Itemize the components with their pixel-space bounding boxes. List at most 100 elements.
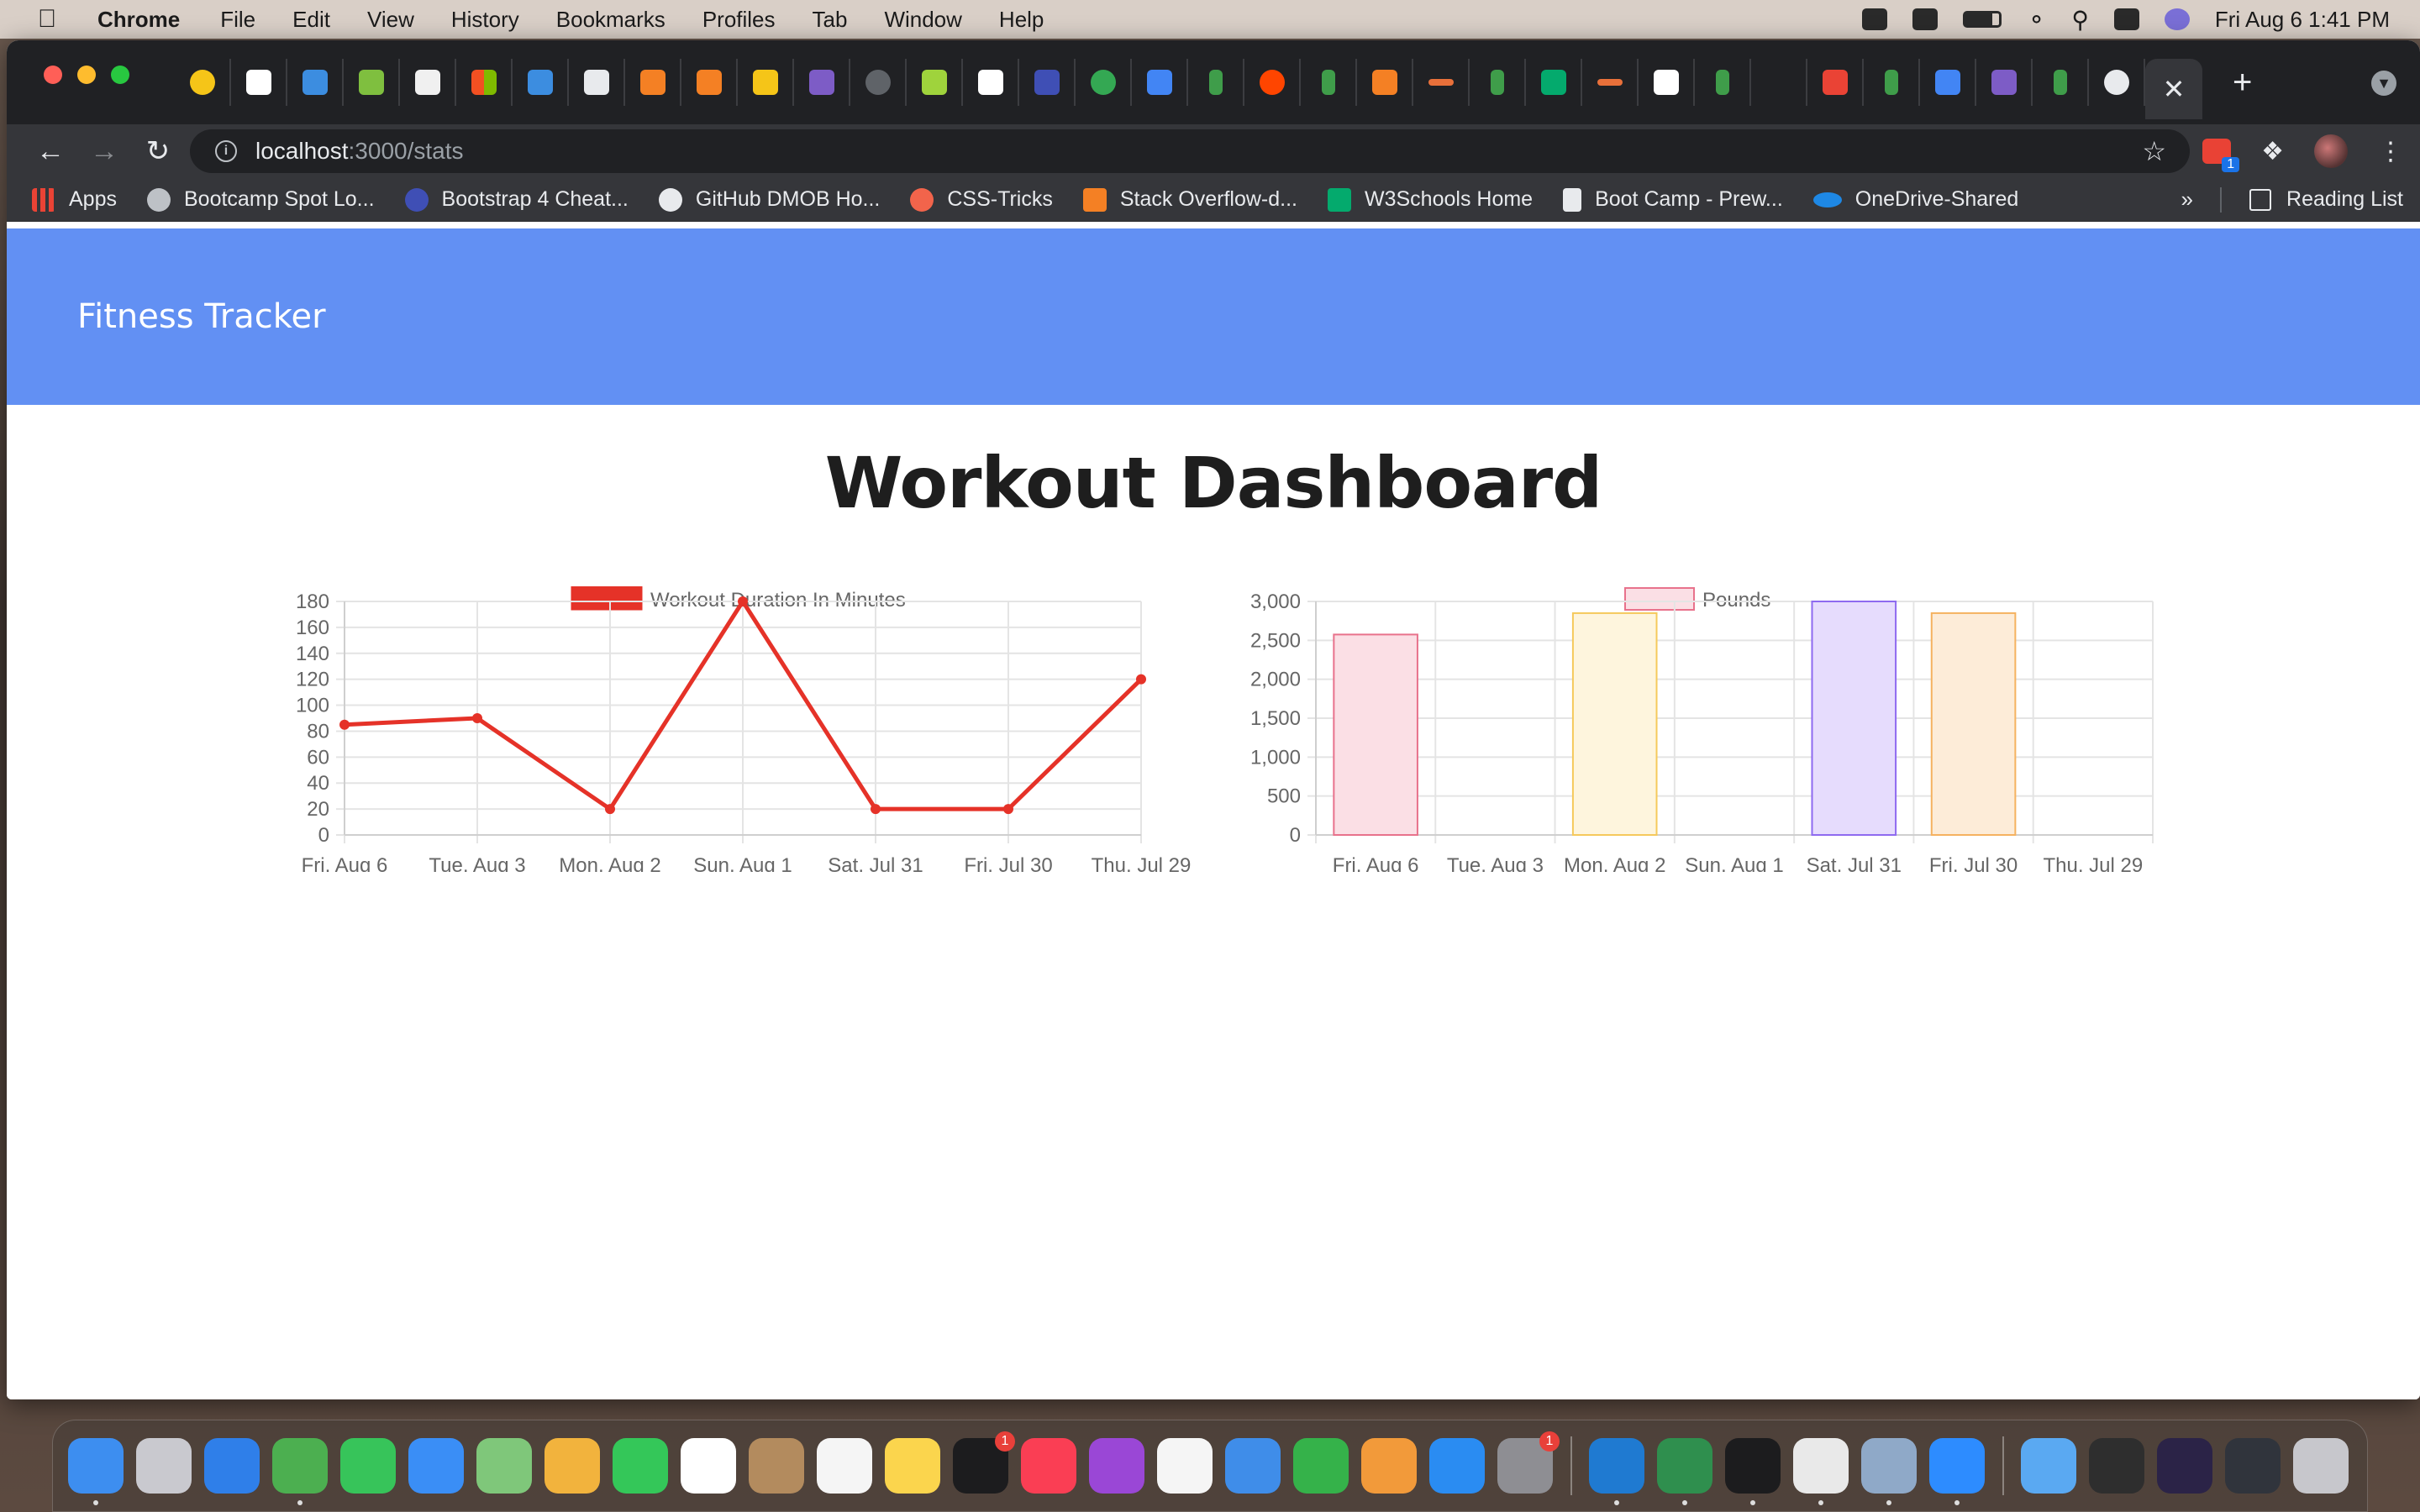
dock-photos-icon[interactable] [544, 1438, 600, 1494]
dock-screenshot-2-icon[interactable] [2157, 1438, 2212, 1494]
tab[interactable] [1470, 59, 1526, 106]
tab[interactable] [513, 59, 569, 106]
dock-system-preferences-icon[interactable]: 1 [1497, 1431, 1560, 1494]
bookmark-css-tricks[interactable]: CSS-Tricks [910, 187, 1053, 212]
tab[interactable] [400, 59, 456, 106]
menu-file[interactable]: File [220, 7, 255, 33]
url-text[interactable]: localhost:3000/stats [255, 138, 464, 165]
tab[interactable] [1582, 59, 1639, 106]
menu-window[interactable]: Window [884, 7, 961, 33]
fullscreen-window-button[interactable] [111, 66, 129, 84]
dock-mongodb-compass-icon[interactable] [1657, 1438, 1712, 1505]
apple-menu-icon[interactable]:  [22, 5, 72, 34]
extensions-puzzle-icon[interactable]: ❖ [2261, 137, 2284, 166]
bookmark-bootstrap-cheatsheet[interactable]: Bootstrap 4 Cheat... [404, 187, 629, 212]
control-center-icon[interactable] [2113, 8, 2139, 30]
tab[interactable] [1413, 59, 1470, 106]
tab[interactable] [1132, 59, 1188, 106]
brand-link[interactable]: Fitness Tracker [77, 297, 326, 336]
bookmark-w3schools[interactable]: W3Schools Home [1328, 187, 1533, 212]
bookmark-bootcamp-spot[interactable]: Bootcamp Spot Lo... [146, 187, 375, 212]
dock-news-icon[interactable] [1157, 1438, 1213, 1494]
tab[interactable] [456, 59, 513, 106]
menu-tab[interactable]: Tab [813, 7, 848, 33]
bookmark-apps[interactable]: Apps [32, 187, 117, 212]
tab[interactable] [1357, 59, 1413, 106]
tab[interactable] [287, 59, 344, 106]
tab[interactable] [681, 59, 738, 106]
tab[interactable] [738, 59, 794, 106]
dock-trash-icon[interactable] [2293, 1438, 2349, 1494]
bookmark-star-icon[interactable]: ☆ [2142, 135, 2166, 167]
dock-messages-icon[interactable] [340, 1438, 396, 1494]
address-bar[interactable]: i localhost:3000/stats ☆ [190, 129, 2190, 173]
tab[interactable] [963, 59, 1019, 106]
chrome-menu-icon[interactable]: ⋮ [2378, 137, 2403, 166]
dock-numbers-icon[interactable] [1293, 1438, 1349, 1494]
dock-launchpad-icon[interactable] [136, 1438, 192, 1494]
dock-contacts-icon[interactable] [749, 1438, 804, 1494]
tab[interactable] [1301, 59, 1357, 106]
tab[interactable] [1076, 59, 1132, 106]
dock-reminders-icon[interactable] [817, 1438, 872, 1494]
tab[interactable] [1976, 59, 2033, 106]
dock-notes-icon[interactable] [885, 1438, 940, 1494]
tab[interactable] [1751, 59, 1807, 106]
tab[interactable] [1920, 59, 1976, 106]
tab[interactable] [175, 59, 231, 106]
bookmarks-overflow-chevron-icon[interactable]: » [2181, 186, 2193, 213]
dock-screenshot-1-icon[interactable] [2089, 1438, 2144, 1494]
dock-zoom-icon[interactable] [1929, 1438, 1985, 1505]
menu-app-name[interactable]: Chrome [97, 7, 180, 33]
tab[interactable] [625, 59, 681, 106]
extension-icon[interactable]: 1 [2202, 139, 2240, 172]
tab[interactable] [794, 59, 850, 106]
tab-search-icon[interactable]: ▼ [2371, 71, 2396, 96]
dock-finder-icon[interactable] [68, 1438, 124, 1505]
dock-safari-icon[interactable] [204, 1438, 260, 1494]
tab[interactable] [2033, 59, 2089, 106]
dock-apple-tv-icon[interactable]: 1 [953, 1431, 1015, 1494]
dock-keynote-icon[interactable] [1225, 1438, 1281, 1494]
menu-help[interactable]: Help [999, 7, 1044, 33]
menu-bookmarks[interactable]: Bookmarks [556, 7, 666, 33]
dock-maps-icon[interactable] [476, 1438, 532, 1494]
dock-pages-icon[interactable] [1361, 1438, 1417, 1494]
tab[interactable] [569, 59, 625, 106]
minimize-window-button[interactable] [77, 66, 96, 84]
dock-facetime-icon[interactable] [613, 1438, 668, 1494]
close-window-button[interactable] [44, 66, 62, 84]
dock-screenshot-3-icon[interactable] [2225, 1438, 2281, 1494]
bookmark-github[interactable]: GitHub DMOB Ho... [658, 187, 880, 212]
dock-app-store-icon[interactable] [1429, 1438, 1485, 1494]
reading-list-button[interactable]: Reading List [2249, 187, 2403, 212]
active-tab-close-icon[interactable]: ✕ [2145, 59, 2202, 119]
profile-avatar[interactable] [2314, 134, 2348, 168]
dock-vscode-icon[interactable] [1589, 1438, 1644, 1505]
dock-calendar-icon[interactable] [681, 1438, 736, 1494]
bookmark-onedrive[interactable]: OneDrive-Shared [1812, 187, 2018, 212]
screen-share-icon[interactable] [1912, 8, 1938, 30]
tab[interactable] [850, 59, 907, 106]
tab[interactable] [1526, 59, 1582, 106]
tab[interactable] [1864, 59, 1920, 106]
menu-profiles[interactable]: Profiles [702, 7, 776, 33]
tab[interactable] [231, 59, 287, 106]
tab[interactable] [1807, 59, 1864, 106]
tab[interactable] [344, 59, 400, 106]
battery-icon[interactable] [1962, 11, 2002, 28]
tab[interactable] [1639, 59, 1695, 106]
dock-mail-icon[interactable] [408, 1438, 464, 1494]
siri-icon[interactable] [2164, 8, 2190, 30]
tab[interactable] [2089, 59, 2145, 106]
forward-arrow-icon[interactable]: → [77, 135, 131, 168]
menu-bar-clock[interactable]: Fri Aug 6 1:41 PM [2215, 7, 2390, 33]
bookmark-boot-camp-prework[interactable]: Boot Camp - Prew... [1563, 187, 1783, 212]
tab[interactable] [907, 59, 963, 106]
menu-history[interactable]: History [451, 7, 519, 33]
zoom-status-icon[interactable] [1861, 8, 1887, 30]
wifi-icon[interactable]: ⚬ [2027, 6, 2046, 34]
dock-chrome-icon[interactable] [272, 1438, 328, 1505]
site-info-icon[interactable]: i [215, 140, 237, 162]
dock-preview-icon[interactable] [1861, 1438, 1917, 1505]
